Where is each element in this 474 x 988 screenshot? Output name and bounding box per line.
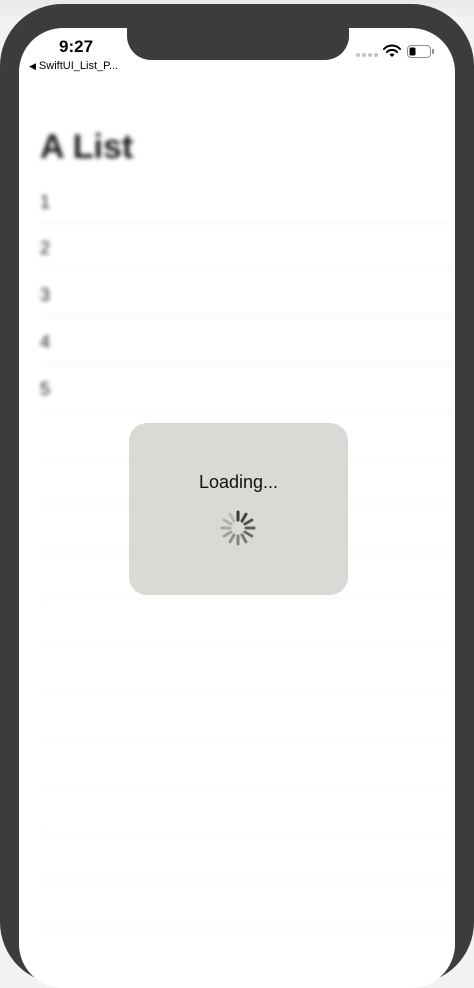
loading-text: Loading... [198,472,279,492]
battery-icon [407,45,434,58]
list-row-label: 5 [40,379,51,399]
empty-row-separator [40,645,455,646]
empty-row-separator [40,880,455,881]
list-row-4[interactable]: 4 [40,318,455,364]
empty-row-separator [40,739,455,740]
navigation-title: A List [40,128,134,166]
list-row-2[interactable]: 2 [40,224,455,270]
empty-row-separator [40,598,455,599]
empty-row-separator [40,692,455,693]
empty-row-separator [40,833,455,834]
loading-indicator-hud: Loading... [129,423,348,595]
cellular-signal-icon [356,53,378,57]
list-row-label: 1 [40,192,51,212]
list-row-5[interactable]: 5 [40,365,455,411]
device-notch [127,28,349,60]
empty-row-separator [40,786,455,787]
list-row-3[interactable]: 3 [40,271,455,317]
list-row-label: 2 [40,238,51,258]
back-to-app-button[interactable]: ◀ SwiftUI_List_P... [29,60,118,72]
list-row-1[interactable]: 1 [40,178,455,224]
device-frame: A List 1 2 3 4 5 9:27 ◀ SwiftUI_List_P..… [0,4,474,988]
status-time: 9:27 [59,37,94,56]
list-row-label: 3 [40,285,51,305]
list-row-label: 4 [40,332,51,352]
device-screen: A List 1 2 3 4 5 9:27 ◀ SwiftUI_List_P..… [19,28,455,988]
back-arrow-icon: ◀ [29,61,36,71]
back-app-label: SwiftUI_List_P... [38,60,119,72]
activity-spinner-icon [220,510,256,546]
empty-row-separator [40,927,455,928]
wifi-icon [383,44,401,57]
